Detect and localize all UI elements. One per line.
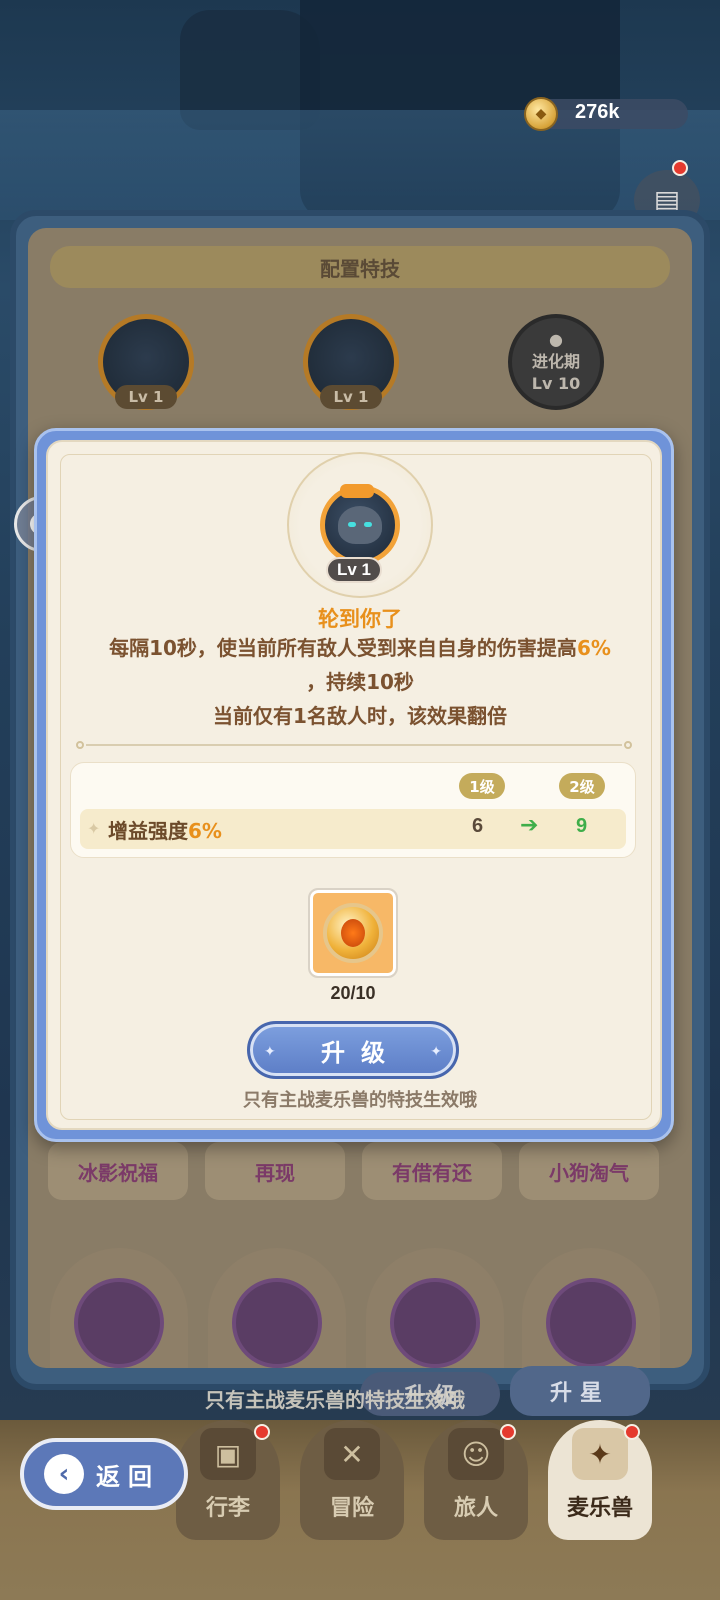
beast-portrait [390,1278,480,1368]
skill-tab-2[interactable]: 再现 [205,1142,345,1200]
locked-slot-level: Lv 10 [531,374,581,393]
stat-label: 增益强度6% [108,819,222,843]
stat-label-value: 6% [188,819,222,843]
nav-item-label: 行李 [205,1496,250,1521]
skill-config-title-bar: 配置特技 [50,246,670,288]
skill-level-badge: Lv 1 [326,557,382,583]
nav-item-label: 麦乐兽 [566,1496,633,1521]
back-button[interactable]: ‹ 返回 [20,1438,188,1510]
traveler-icon: ☺ [448,1428,504,1480]
background-hint: 只有主战麦乐兽的特技生效哦 [205,1388,465,1412]
stat-current-value: 6 [472,815,484,837]
skill-tab-3[interactable]: 有借有还 [362,1142,502,1200]
pet-icon: ✦ [572,1428,628,1480]
skill-coin-icon [323,903,383,963]
current-level-pill: 1级 [459,773,505,799]
bow-icon [340,484,374,498]
lock-icon: ● [549,330,563,349]
upgrade-material-item[interactable] [308,888,398,978]
coin-icon: ◆ [524,97,558,131]
divider [76,741,632,749]
sparkle-icon: ✦ [430,1044,442,1060]
skill-description-line-2: ，持续10秒 [306,670,414,694]
skill-slot-2-level: Lv 1 [320,385,382,409]
notification-dot [254,1424,270,1440]
skill-slot-1-level: Lv 1 [115,385,177,409]
arrow-right-icon: ➔ [520,813,539,838]
beast-portrait [232,1278,322,1368]
dialog-hint: 只有主战麦乐兽的特技生效哦 [243,1090,477,1111]
beast-portrait [74,1278,164,1368]
back-button-label: 返回 [96,1462,160,1491]
upgrade-button-label: 升级 [321,1038,401,1067]
nav-item-label: 旅人 [453,1496,498,1521]
star-up-button[interactable]: 升星 [510,1366,650,1416]
backpack-icon: ▣ [200,1428,256,1480]
pet-portrait-icon [338,506,382,544]
upgrade-button[interactable]: ✦ 升级 ✦ [247,1021,459,1079]
sparkle-icon: ✦ [87,819,101,838]
locked-slot-label: 进化期 [531,352,580,371]
skill-tab-4[interactable]: 小狗淘气 [519,1142,659,1200]
skill-tab-1[interactable]: 冰影祝福 [48,1142,188,1200]
material-count: 20/10 [330,983,376,1003]
skill-slot-locked[interactable]: ● 进化期 Lv 10 [508,314,604,410]
sparkle-icon: ✦ [264,1044,276,1060]
notification-dot [624,1424,640,1440]
notification-dot [672,160,688,176]
stat-next-value: 9 [576,815,588,837]
skill-description-line-1: 每隔10秒，使当前所有敌人受到来自自身的伤害提高6% [109,636,611,660]
skill-name: 轮到你了 [318,607,402,631]
notification-dot [500,1424,516,1440]
beast-portrait [546,1278,636,1368]
skill-description-line-3: 当前仅有1名敌人时，该效果翻倍 [213,704,507,728]
nav-item-adventure[interactable]: ✕ 冒险 [300,1420,404,1540]
next-level-pill: 2级 [559,773,605,799]
nav-item-label: 冒险 [329,1496,374,1521]
crossed-swords-icon: ✕ [324,1428,380,1480]
highlight-value: 6% [576,636,611,660]
back-arrow-icon: ‹ [44,1454,84,1494]
skill-config-title: 配置特技 [320,256,400,281]
currency-amount: 276k [575,101,620,123]
